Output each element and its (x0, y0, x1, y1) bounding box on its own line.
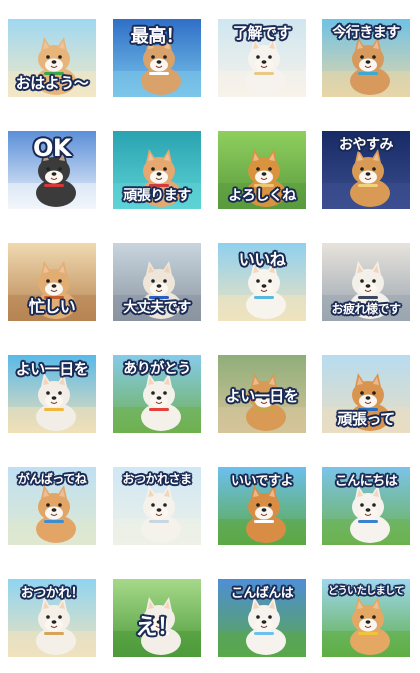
sticker-5[interactable]: OK (8, 131, 96, 209)
sticker-caption: いいですよ (230, 474, 294, 489)
sticker-caption: 了解です (232, 24, 292, 42)
sticker-12[interactable]: お疲れ様です (322, 243, 410, 321)
sticker-caption: こんばんは (230, 586, 294, 601)
sticker-caption: OK (33, 134, 72, 162)
sticker-caption: 頑張って (337, 410, 395, 428)
sticker-14[interactable]: ありがとう (113, 355, 201, 433)
sticker-20[interactable]: こんにちは (322, 467, 410, 545)
sticker-18[interactable]: おつかれさま (113, 467, 201, 545)
sticker-caption: よい一日を (15, 360, 89, 378)
sticker-17[interactable]: がんばってね (8, 467, 96, 545)
sticker-23[interactable]: こんばんは (218, 579, 306, 657)
sticker-15[interactable]: よい一日を (218, 355, 306, 433)
sticker-caption: よろしくね (228, 188, 296, 204)
sticker-21[interactable]: おつかれ！ (8, 579, 96, 657)
sticker-caption: お疲れ様です (331, 302, 401, 316)
sticker-caption: よい一日を (225, 387, 299, 405)
sticker-13[interactable]: よい一日を (8, 355, 96, 433)
sticker-19[interactable]: いいですよ (218, 467, 306, 545)
sticker-9[interactable]: 忙しい (8, 243, 96, 321)
sticker-caption: がんばってね (17, 472, 87, 486)
sticker-8[interactable]: おやすみ (322, 131, 410, 209)
sticker-grid: おはよう～ 最高！ 了解です 今行きます OK 頑張ります よろしくね おやすみ忙しい 大丈夫で… (0, 0, 420, 673)
sticker-3[interactable]: 了解です (218, 19, 306, 97)
sticker-caption: どういたしまして (328, 586, 404, 597)
sticker-caption: 最高！ (130, 26, 184, 47)
sticker-2[interactable]: 最高！ (113, 19, 201, 97)
sticker-16[interactable]: 頑張って (322, 355, 410, 433)
sticker-caption: 頑張ります (123, 188, 191, 204)
sticker-10[interactable]: 大丈夫です (113, 243, 201, 321)
sticker-caption: おつかれ！ (20, 586, 84, 601)
sticker-7[interactable]: よろしくね (218, 131, 306, 209)
sticker-11[interactable]: いいね (218, 243, 306, 321)
sticker-caption: おつかれさま (122, 472, 192, 486)
sticker-6[interactable]: 頑張ります (113, 131, 201, 209)
sticker-caption: 今行きます (332, 25, 400, 41)
sticker-caption: いいね (238, 250, 286, 269)
sticker-1[interactable]: おはよう～ (8, 19, 96, 97)
sticker-caption: こんにちは (334, 474, 398, 489)
sticker-4[interactable]: 今行きます (322, 19, 410, 97)
sticker-24[interactable]: どういたしまして (322, 579, 410, 657)
sticker-caption: おはよう～ (15, 74, 89, 92)
sticker-caption: 忙しい (28, 297, 76, 316)
sticker-caption: おやすみ (339, 137, 394, 153)
sticker-22[interactable]: え！ (113, 579, 201, 657)
sticker-caption: ありがとう (123, 361, 191, 377)
sticker-caption: 大丈夫です (123, 300, 191, 316)
sticker-caption: え！ (135, 615, 179, 640)
